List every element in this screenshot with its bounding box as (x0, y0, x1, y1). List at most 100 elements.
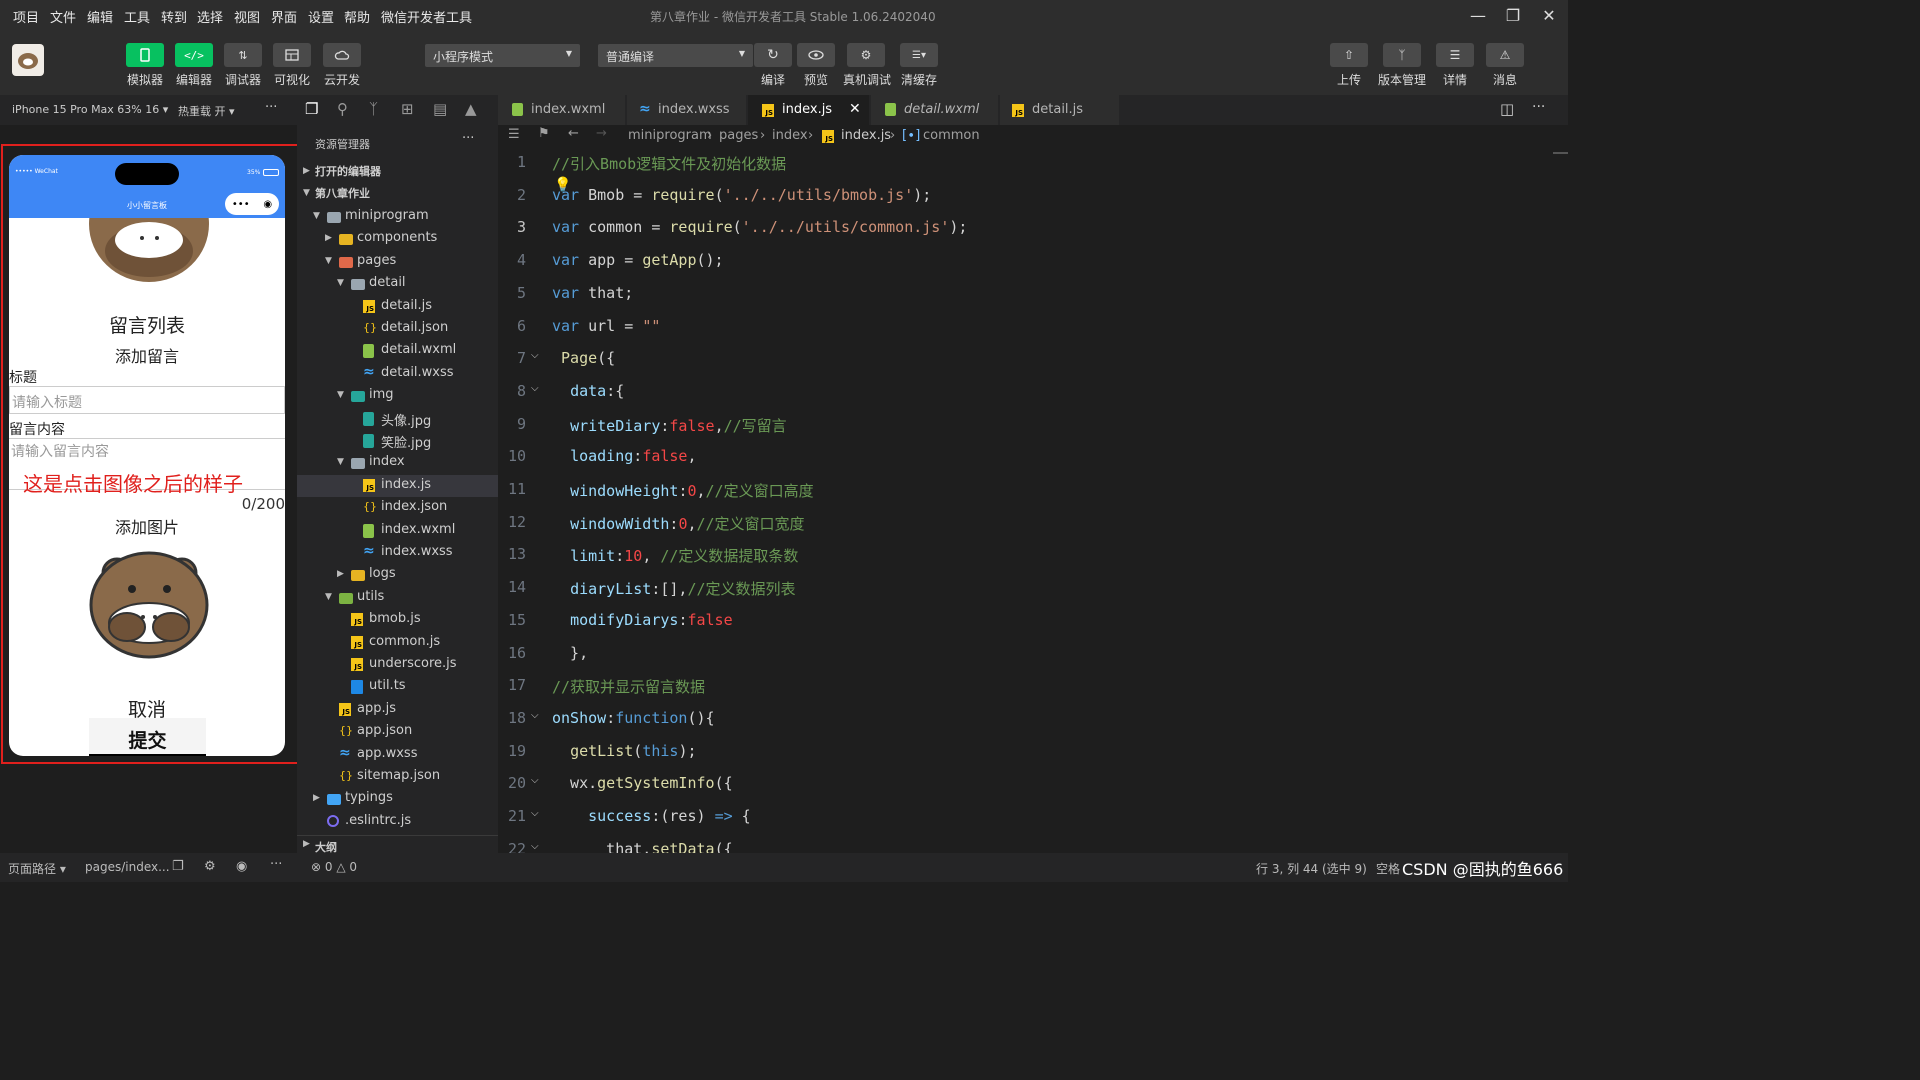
hot-reload-select[interactable]: 热重载 开 ▾ (178, 103, 235, 119)
tree-item[interactable]: ≈ index.wxss (297, 542, 498, 564)
menu-settings[interactable]: 设置 (308, 7, 334, 26)
mode-select[interactable]: 小程序模式 ▼ (425, 44, 580, 67)
tab-index-wxml[interactable]: index.wxml (498, 95, 626, 125)
menu-select[interactable]: 选择 (197, 7, 223, 26)
fold-chevron-icon[interactable]: ⌵ (531, 710, 539, 721)
tree-item[interactable]: {} index.json (297, 497, 498, 519)
visual-button[interactable] (273, 43, 311, 67)
code-line[interactable]: loading:false, (552, 447, 696, 465)
tree-item[interactable]: ▼ detail (297, 273, 498, 295)
section-project[interactable]: ▼ 第八章作业 (297, 183, 498, 205)
close-icon[interactable]: ✕ (1537, 4, 1561, 28)
menu-interface[interactable]: 界面 (271, 7, 297, 26)
outline-section[interactable]: ▶ 大纲 (297, 835, 498, 855)
code-line[interactable]: wx.getSystemInfo({ (552, 774, 733, 792)
tree-item[interactable]: ▶ typings (297, 788, 498, 810)
preview-button[interactable] (797, 43, 835, 67)
tab-detail-js[interactable]: JS detail.js (1000, 95, 1120, 125)
indentation[interactable]: 空格 (1376, 860, 1400, 877)
code-line[interactable]: success:(res) => { (552, 807, 751, 825)
tree-item[interactable]: ≈ app.wxss (297, 744, 498, 766)
split-editor-icon[interactable]: ◫ (1500, 100, 1514, 118)
list-icon[interactable]: ☰ (508, 127, 520, 142)
tree-item[interactable]: 笑脸.jpg (297, 430, 498, 452)
tree-item[interactable]: {} detail.json (297, 318, 498, 340)
code-line[interactable]: diaryList:[],//定义数据列表 (552, 578, 795, 599)
code-line[interactable]: limit:10, //定义数据提取条数 (552, 545, 798, 566)
debugger-button[interactable]: ⇅ (224, 43, 262, 67)
code-line[interactable]: var common = require('../../utils/common… (552, 218, 967, 236)
code-line[interactable]: }, (552, 644, 588, 662)
maximize-icon[interactable]: ❐ (1501, 4, 1525, 28)
device-select[interactable]: iPhone 15 Pro Max 63% 16 ▾ (12, 103, 168, 116)
search-icon[interactable]: ⚲ (337, 100, 348, 118)
breadcrumb-symbol[interactable]: common (923, 128, 980, 143)
code-line[interactable]: Page({ (552, 349, 615, 367)
project-avatar[interactable] (12, 44, 44, 76)
tree-item[interactable]: 头像.jpg (297, 408, 498, 430)
storage-icon[interactable]: ▤ (433, 100, 447, 118)
tab-detail-wxml[interactable]: detail.wxml (871, 95, 999, 125)
code-editor[interactable]: 1 2 3 4 5 6 7 ⌵ 8 ⌵ 9 10 11 12 13 14 15 16 17 18 ⌵ 19 20 ⌵ 21 ⌵ 22… (498, 147, 1568, 853)
tree-item[interactable]: ▼ utils (297, 587, 498, 609)
code-line[interactable]: writeDiary:false,//写留言 (552, 415, 787, 436)
eye-icon[interactable]: ◉ (236, 859, 247, 874)
menu-file[interactable]: 文件 (50, 7, 76, 26)
editor-button[interactable]: </> (175, 43, 213, 67)
menu-view[interactable]: 视图 (234, 7, 260, 26)
forward-icon[interactable]: → (596, 126, 607, 141)
menu-project[interactable]: 项目 (13, 7, 39, 26)
tree-item[interactable]: JS underscore.js (297, 654, 498, 676)
minimize-icon[interactable]: — (1466, 4, 1490, 28)
code-line[interactable]: //获取并显示留言数据 (552, 676, 705, 697)
tree-item[interactable]: ▶ components (297, 228, 498, 250)
tree-item[interactable]: JS bmob.js (297, 609, 498, 631)
menu-goto[interactable]: 转到 (161, 7, 187, 26)
copy-icon[interactable]: ❐ (172, 859, 184, 874)
compile-select[interactable]: 普通编译 ▼ (598, 44, 753, 67)
tab-index-js[interactable]: JS index.js ✕ (748, 95, 870, 125)
breadcrumb-file[interactable]: index.js (841, 128, 891, 143)
more-icon[interactable]: ··· (1532, 99, 1545, 115)
lightbulb-icon[interactable]: 💡 (554, 177, 571, 193)
tree-item[interactable]: ≈ detail.wxss (297, 363, 498, 385)
code-line[interactable]: that.setData({ (552, 840, 732, 853)
menu-help[interactable]: 帮助 (344, 7, 370, 26)
fold-chevron-icon[interactable]: ⌵ (531, 350, 539, 361)
code-line[interactable]: data:{ (552, 382, 624, 400)
content-textarea[interactable]: 请输入留言内容 这是点击图像之后的样子 (9, 438, 285, 496)
tree-item[interactable]: detail.wxml (297, 340, 498, 362)
code-line[interactable]: windowHeight:0,//定义窗口高度 (552, 480, 814, 501)
code-line[interactable]: var url = "" (552, 317, 660, 335)
code-line[interactable]: //引入Bmob逻辑文件及初始化数据 (552, 153, 786, 174)
selected-image[interactable] (87, 539, 212, 666)
tree-item[interactable]: index.wxml (297, 520, 498, 542)
cloud-button[interactable] (323, 43, 361, 67)
code-line[interactable]: windowWidth:0,//定义窗口宽度 (552, 513, 805, 534)
tree-item[interactable]: .eslintrc.js (297, 811, 498, 833)
breadcrumb-index[interactable]: index (772, 128, 808, 143)
tree-item[interactable]: {} app.json (297, 721, 498, 743)
close-circle-icon[interactable]: ◉ (263, 199, 272, 210)
submit-button[interactable]: 提交 (89, 718, 206, 756)
debug-icon[interactable]: ▲ (465, 100, 477, 118)
back-icon[interactable]: ← (568, 126, 579, 141)
messages-button[interactable]: ⚠ (1486, 43, 1524, 67)
more-icon[interactable]: ··· (265, 100, 277, 115)
tree-item[interactable]: JS common.js (297, 632, 498, 654)
fold-chevron-icon[interactable]: ⌵ (531, 808, 539, 819)
version-button[interactable]: ᛉ (1383, 43, 1421, 67)
code-line[interactable]: var Bmob = require('../../utils/bmob.js'… (552, 186, 931, 204)
menu-edit[interactable]: 编辑 (87, 7, 113, 26)
tree-item[interactable]: JS index.js (297, 474, 498, 497)
close-tab-icon[interactable]: ✕ (849, 101, 861, 117)
compile-button[interactable]: ↻ (754, 43, 792, 67)
source-control-icon[interactable]: ᛉ (369, 100, 378, 118)
tree-item[interactable]: ▶ logs (297, 564, 498, 586)
fold-chevron-icon[interactable]: ⌵ (531, 775, 539, 786)
extensions-icon[interactable]: ⊞ (401, 100, 414, 118)
tree-item[interactable]: JS app.js (297, 699, 498, 721)
upload-button[interactable]: ⇧ (1330, 43, 1368, 67)
more-icon[interactable]: ••• (232, 199, 250, 210)
breadcrumb-pages[interactable]: pages (719, 128, 758, 143)
